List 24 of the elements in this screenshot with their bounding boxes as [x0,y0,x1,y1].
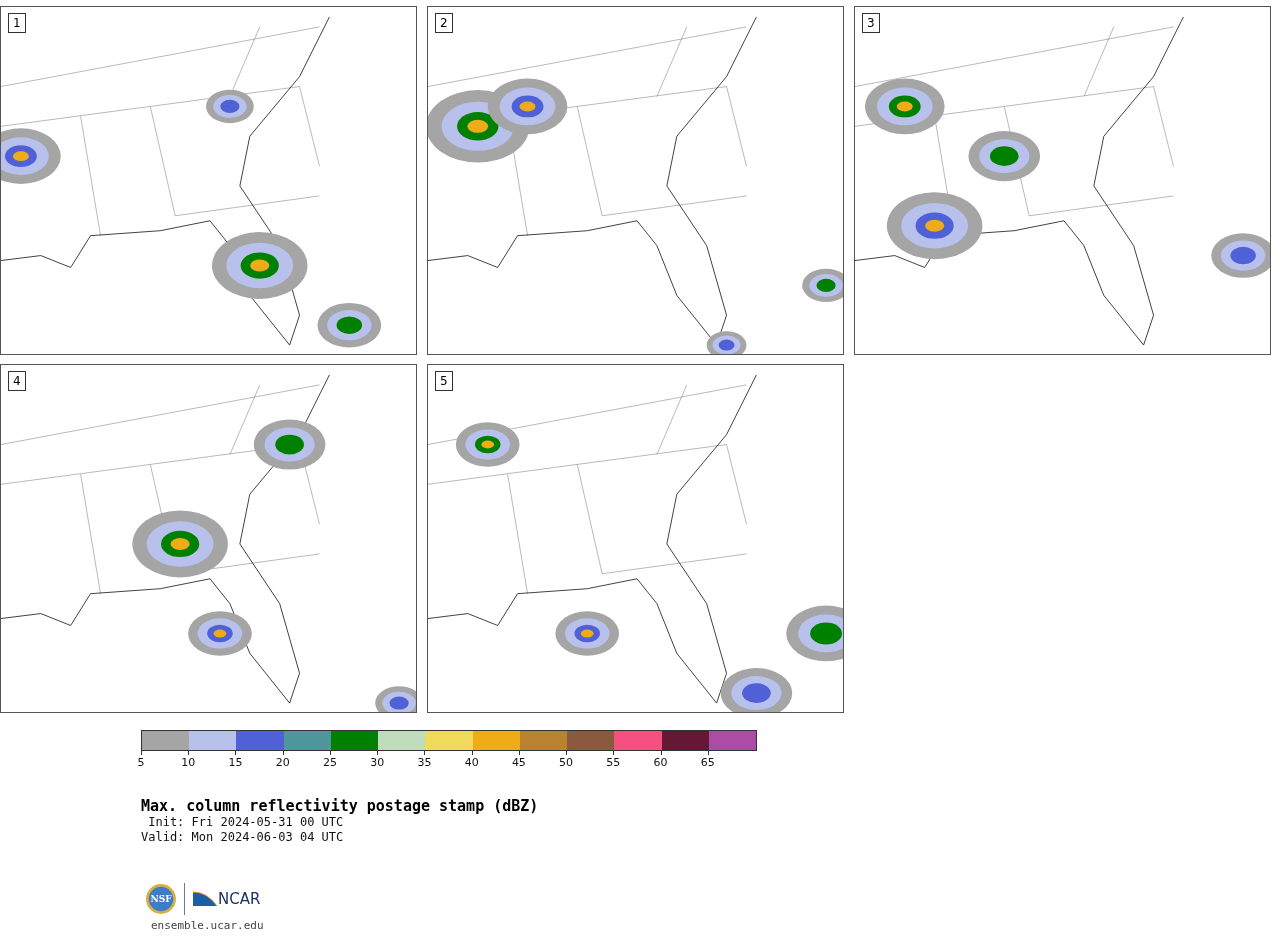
tick-label: 30 [370,756,385,769]
chart-title: Max. column reflectivity postage stamp (dBZ) [141,797,540,815]
tick-label: 55 [606,756,621,769]
valid-time: Valid: Mon 2024-06-03 04 UTC [141,830,345,845]
tick-label: 45 [511,756,526,769]
ncar-logo: NCAR [193,890,261,908]
nsf-logo: NSF [146,884,176,914]
init-time: Init: Fri 2024-05-31 00 UTC [147,815,345,830]
panel-number: 4 [8,371,26,391]
tick-label: 35 [417,756,432,769]
tick-label: 65 [700,756,715,769]
panel-number: 5 [435,371,453,391]
site-url: ensemble.ucar.edu [151,919,265,932]
panel-number: 3 [862,13,880,33]
tick-label: 10 [181,756,196,769]
tick-label: 40 [464,756,479,769]
tick-label: 20 [275,756,290,769]
tick-label: 25 [322,756,337,769]
tick-label: 5 [137,756,145,769]
tick-label: 15 [228,756,243,769]
tick-label: 60 [653,756,668,769]
panel-number: 2 [435,13,453,33]
tick-label: 50 [559,756,574,769]
panel-number: 1 [8,13,26,33]
